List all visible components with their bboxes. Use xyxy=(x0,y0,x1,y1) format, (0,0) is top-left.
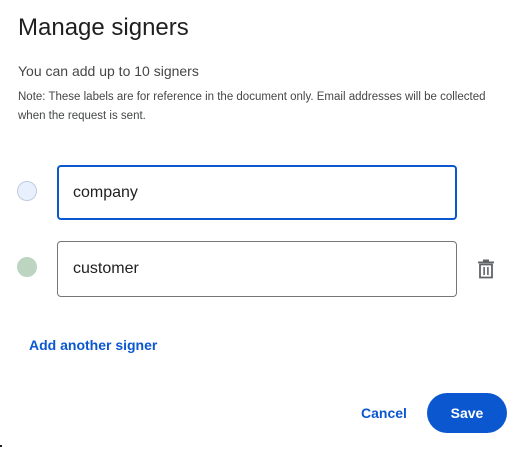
cancel-button[interactable]: Cancel xyxy=(348,395,420,431)
dialog-subtitle: You can add up to 10 signers xyxy=(18,63,199,79)
trash-icon xyxy=(478,259,494,279)
signer-row xyxy=(0,241,523,297)
signer-label-input[interactable] xyxy=(57,165,457,220)
delete-signer-button[interactable] xyxy=(474,257,498,281)
edge-artifact xyxy=(0,445,2,447)
signer-row xyxy=(0,165,523,221)
signer-label-input[interactable] xyxy=(57,241,457,297)
dialog-title: Manage signers xyxy=(18,14,189,41)
signer-color-dot xyxy=(17,181,37,201)
manage-signers-dialog: Manage signers You can add up to 10 sign… xyxy=(0,0,523,449)
signer-color-dot xyxy=(17,257,37,277)
add-signer-link[interactable]: Add another signer xyxy=(29,336,157,354)
dialog-note: Note: These labels are for reference in … xyxy=(18,91,486,122)
save-button[interactable]: Save xyxy=(427,393,507,433)
